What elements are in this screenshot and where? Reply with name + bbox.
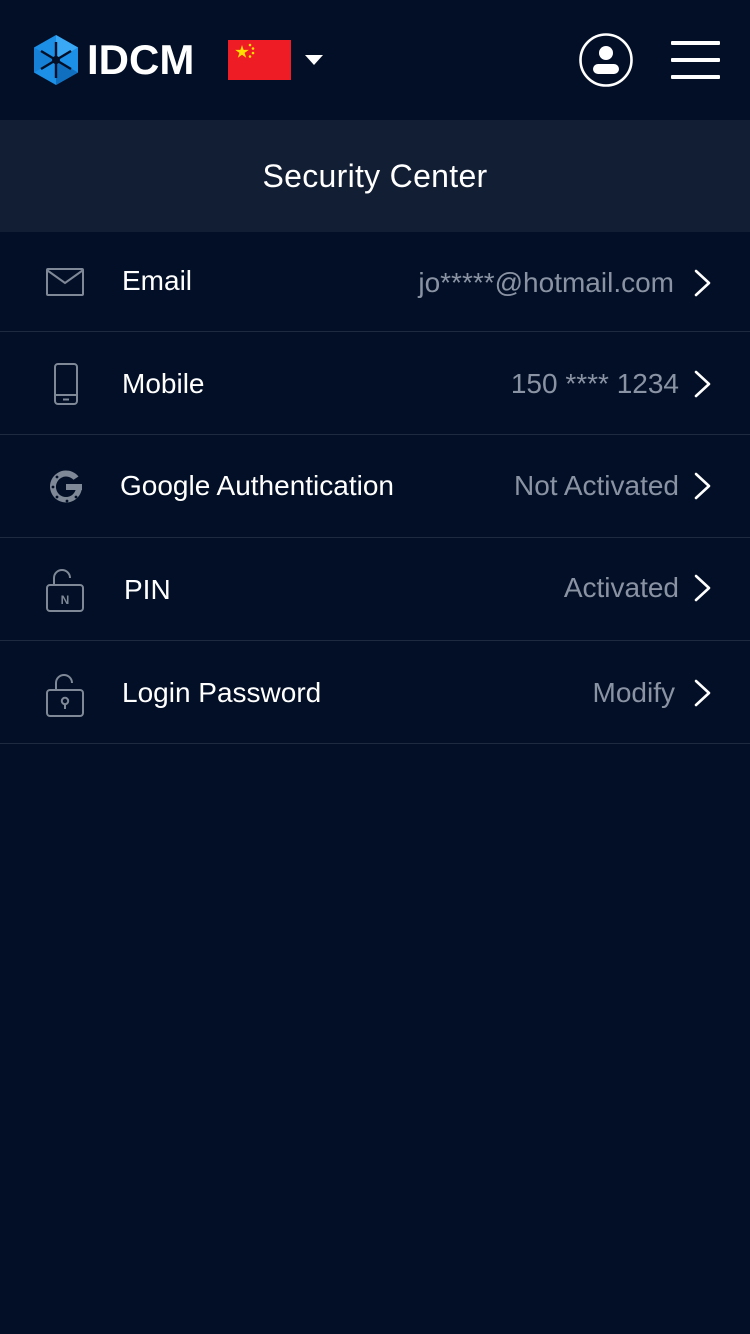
svg-text:N: N	[61, 593, 70, 607]
security-item-value: 150 **** 1234	[510, 368, 679, 399]
china-flag-icon	[228, 40, 291, 80]
security-settings-list: Email jo*****@hotmail.com Mobile 150 ***…	[0, 232, 750, 744]
chevron-right-icon	[694, 679, 711, 707]
app-root: IDCM Security Center Email jo*****@hotma…	[0, 0, 750, 1334]
brand-logo[interactable]: IDCM	[33, 34, 194, 86]
brand-name: IDCM	[87, 36, 195, 83]
chevron-right-icon	[694, 269, 711, 297]
google-icon	[50, 470, 82, 503]
security-item-label: Email	[122, 265, 193, 296]
security-item-mobile[interactable]: Mobile 150 **** 1234	[0, 332, 750, 435]
user-circle-icon[interactable]	[579, 33, 633, 87]
chevron-right-icon	[694, 574, 711, 602]
security-item-google-auth[interactable]: Google Authentication Not Activated	[0, 435, 750, 538]
security-item-value: Activated	[563, 572, 679, 603]
security-item-value: Modify	[592, 677, 675, 708]
language-selector[interactable]	[228, 40, 323, 80]
security-item-label: Google Authentication	[120, 470, 394, 501]
idcm-logo-icon	[34, 35, 78, 85]
padlock-icon	[46, 674, 84, 717]
caret-down-icon	[305, 55, 323, 65]
phone-icon	[54, 363, 78, 405]
envelope-icon	[46, 268, 84, 296]
security-item-login-password[interactable]: Login Password Modify	[0, 641, 750, 744]
security-item-email[interactable]: Email jo*****@hotmail.com	[0, 232, 750, 332]
pin-lock-icon: N	[46, 569, 84, 612]
security-item-value: jo*****@hotmail.com	[418, 267, 674, 298]
security-item-value: Not Activated	[514, 470, 679, 501]
security-item-label: PIN	[124, 574, 171, 605]
hamburger-menu-icon[interactable]	[671, 41, 720, 79]
security-item-pin[interactable]: N PIN Activated	[0, 538, 750, 641]
title-bar: Security Center	[0, 120, 750, 232]
top-header: IDCM	[0, 0, 750, 120]
security-item-label: Login Password	[122, 677, 322, 708]
page-title: Security Center	[262, 157, 488, 194]
chevron-right-icon	[694, 472, 711, 500]
security-item-label: Mobile	[122, 368, 205, 399]
chevron-right-icon	[694, 370, 711, 398]
